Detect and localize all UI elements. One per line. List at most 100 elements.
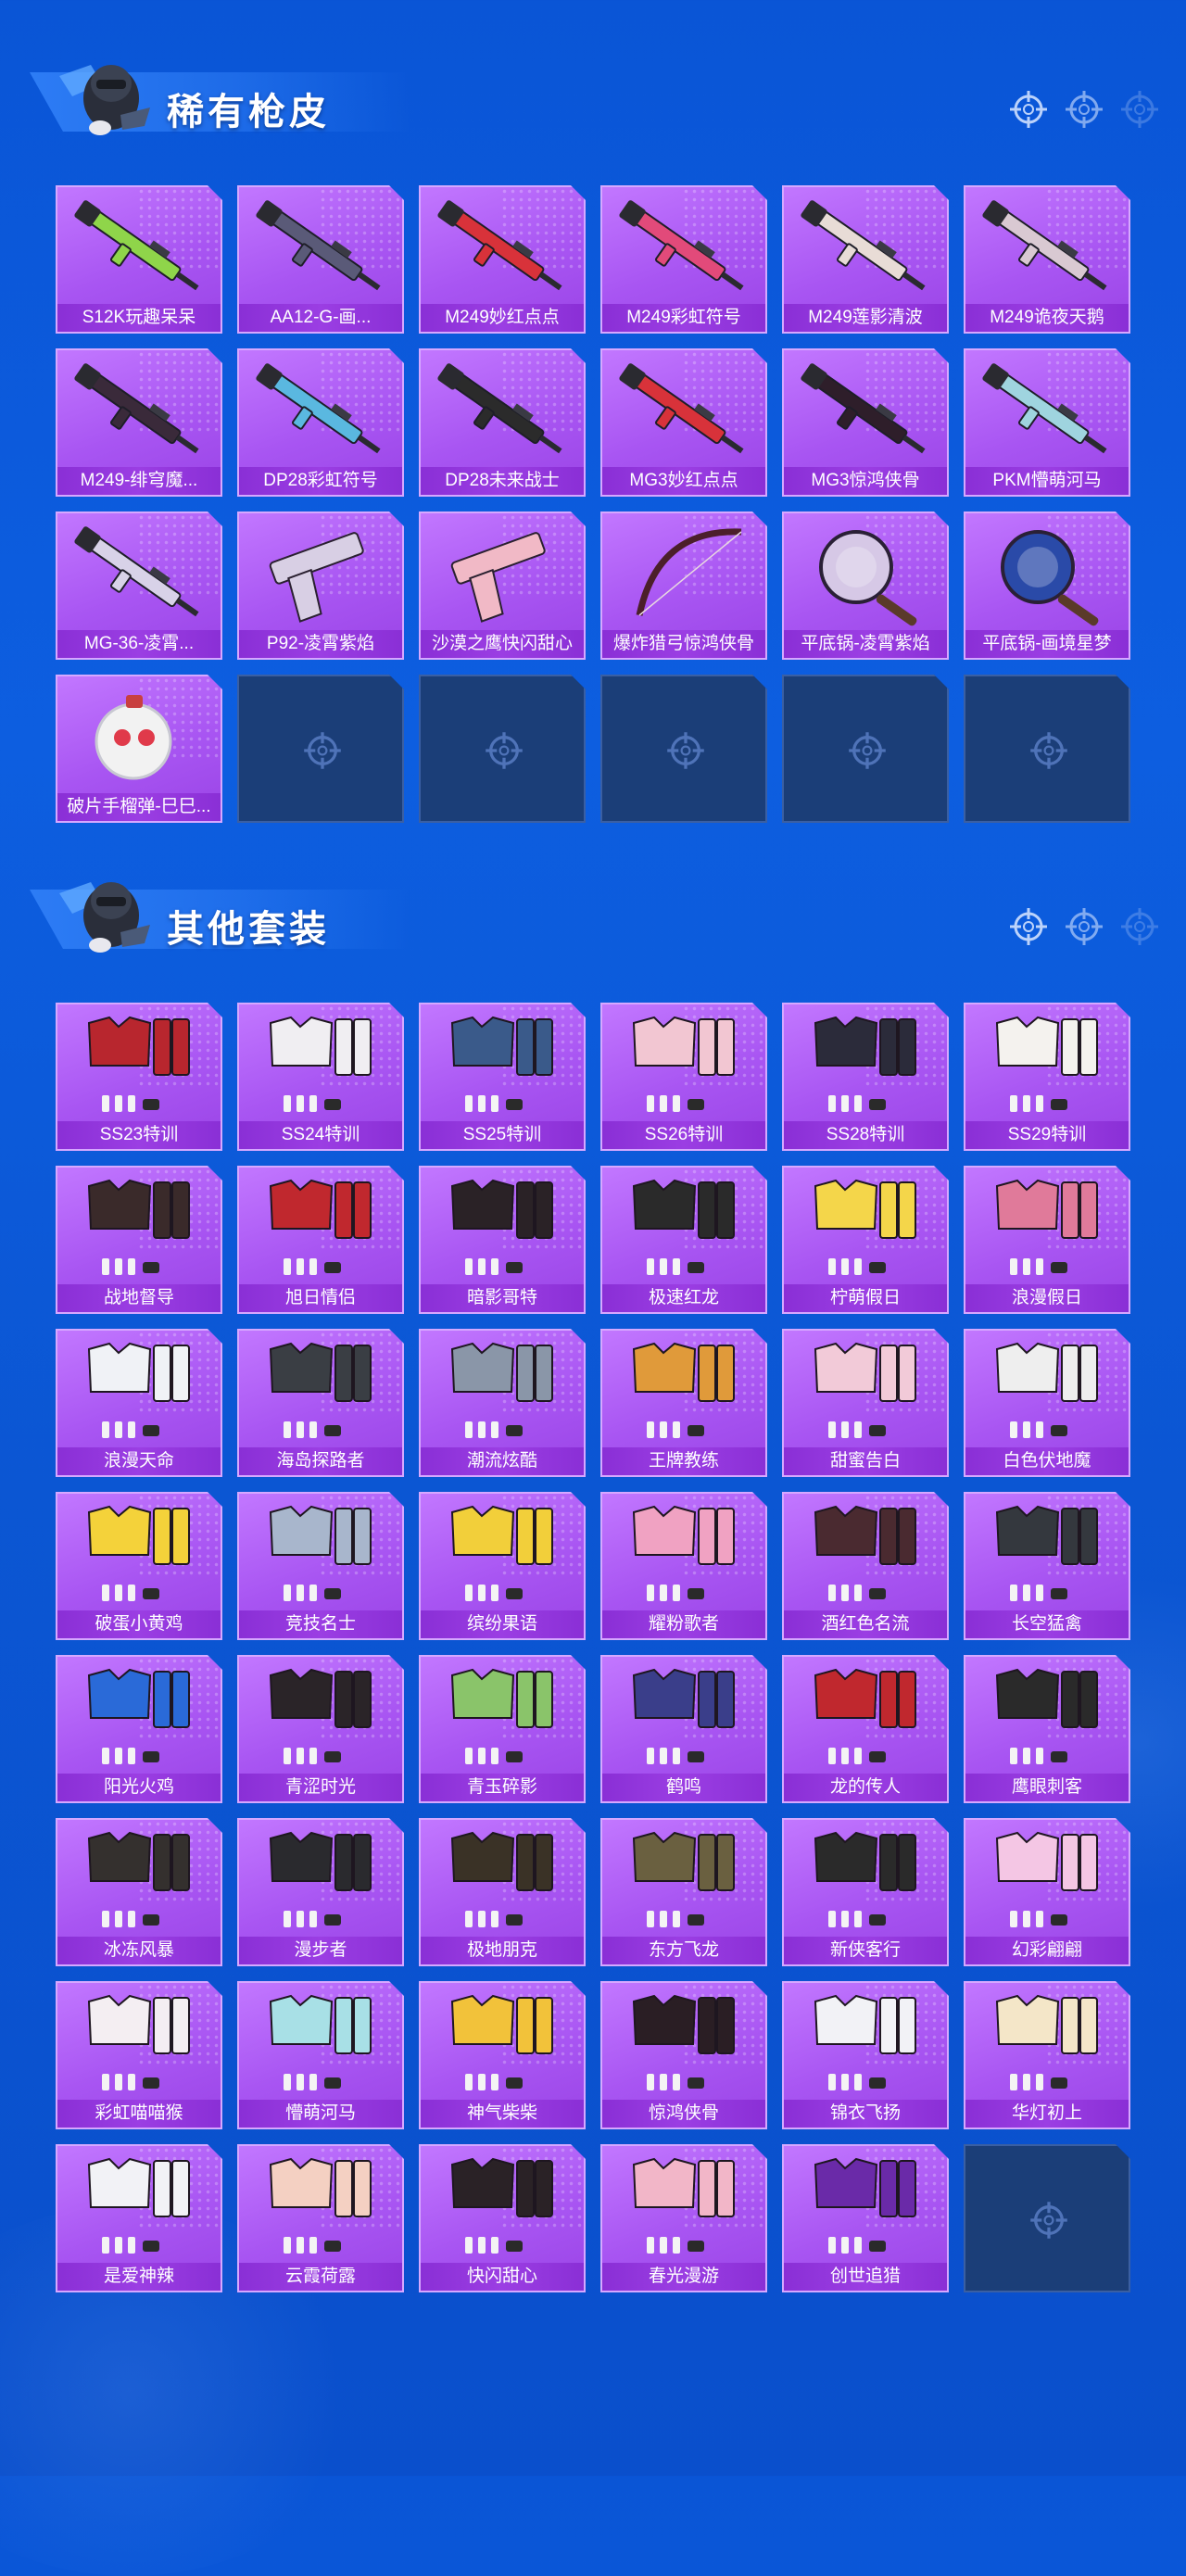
item-card[interactable]: 战地督导 xyxy=(56,1166,222,1314)
item-label: MG3惊鸿侠骨 xyxy=(784,467,947,495)
item-card[interactable]: 锦衣飞扬 xyxy=(782,1981,949,2129)
item-label: 华灯初上 xyxy=(965,2100,1129,2128)
item-label: 沙漠之鹰快闪甜心 xyxy=(421,630,584,658)
outfit-icon xyxy=(57,1010,221,1119)
item-card[interactable]: 鹰眼刺客 xyxy=(964,1655,1130,1803)
item-card[interactable]: 酒红色名流 xyxy=(782,1492,949,1640)
item-card[interactable]: SS29特训 xyxy=(964,1003,1130,1151)
item-card[interactable]: 创世追猎 xyxy=(782,2144,949,2292)
item-card[interactable]: 是爱神辣 xyxy=(56,2144,222,2292)
item-card[interactable]: DP28未来战士 xyxy=(419,348,586,497)
item-card[interactable]: 懵萌河马 xyxy=(237,1981,404,2129)
item-card[interactable]: M249-绯穹魔... xyxy=(56,348,222,497)
item-card[interactable]: M249诡夜天鹅 xyxy=(964,185,1130,334)
item-card[interactable]: 龙的传人 xyxy=(782,1655,949,1803)
outfit-icon xyxy=(239,2152,402,2261)
item-card[interactable]: 彩虹喵喵猴 xyxy=(56,1981,222,2129)
item-card[interactable]: SS24特训 xyxy=(237,1003,404,1151)
item-card[interactable]: 春光漫游 xyxy=(600,2144,767,2292)
item-card[interactable]: MG3惊鸿侠骨 xyxy=(782,348,949,497)
item-grid: SS23特训 SS24特训 SS25特训 SS26特训 SS28特训 SS29特训战地督导… xyxy=(56,1003,1130,2292)
bow-skin-icon xyxy=(602,519,765,628)
machine-gun-skin-icon xyxy=(239,356,402,465)
item-card[interactable]: 阳光火鸡 xyxy=(56,1655,222,1803)
item-card[interactable]: 潮流炫酷 xyxy=(419,1329,586,1477)
item-card[interactable]: 白色伏地魔 xyxy=(964,1329,1130,1477)
item-card[interactable]: M249彩虹符号 xyxy=(600,185,767,334)
item-card[interactable]: 耀粉歌者 xyxy=(600,1492,767,1640)
item-card[interactable]: 爆炸猎弓惊鸿侠骨 xyxy=(600,511,767,660)
item-label: 极地朋克 xyxy=(421,1937,584,1964)
item-card[interactable]: 冰冻风暴 xyxy=(56,1818,222,1966)
item-card[interactable]: 青玉碎影 xyxy=(419,1655,586,1803)
item-card[interactable]: 浪漫假日 xyxy=(964,1166,1130,1314)
item-card[interactable]: 云霞荷露 xyxy=(237,2144,404,2292)
item-label: 漫步者 xyxy=(239,1937,402,1964)
item-card[interactable]: M249妙红点点 xyxy=(419,185,586,334)
outfit-icon xyxy=(421,1336,584,1446)
item-card[interactable]: SS25特训 xyxy=(419,1003,586,1151)
item-card[interactable]: M249莲影清波 xyxy=(782,185,949,334)
item-label: M249-绯穹魔... xyxy=(57,467,221,495)
item-card[interactable]: MG3妙红点点 xyxy=(600,348,767,497)
crosshair-icon xyxy=(1028,2200,1069,2241)
item-card[interactable]: SS23特训 xyxy=(56,1003,222,1151)
item-card[interactable]: 甜蜜告白 xyxy=(782,1329,949,1477)
item-card[interactable]: P92-凌霄紫焰 xyxy=(237,511,404,660)
item-card[interactable]: 青涩时光 xyxy=(237,1655,404,1803)
item-card[interactable]: 华灯初上 xyxy=(964,1981,1130,2129)
pistol-skin-icon xyxy=(421,519,584,628)
item-card[interactable]: 海岛探路者 xyxy=(237,1329,404,1477)
item-card[interactable]: SS28特训 xyxy=(782,1003,949,1151)
machine-gun-skin-icon xyxy=(784,193,947,302)
item-card[interactable]: 王牌教练 xyxy=(600,1329,767,1477)
item-card[interactable]: 竞技名士 xyxy=(237,1492,404,1640)
item-card[interactable]: 幻彩翩翩 xyxy=(964,1818,1130,1966)
item-card[interactable]: MG-36-凌霄... xyxy=(56,511,222,660)
machine-gun-skin-icon xyxy=(965,356,1129,465)
item-card[interactable]: 平底锅-凌霄紫焰 xyxy=(782,511,949,660)
item-card[interactable]: 极地朋克 xyxy=(419,1818,586,1966)
item-card[interactable]: 平底锅-画境星梦 xyxy=(964,511,1130,660)
item-card[interactable]: 新侠客行 xyxy=(782,1818,949,1966)
item-card[interactable]: AA12-G-画... xyxy=(237,185,404,334)
item-card[interactable]: 暗影哥特 xyxy=(419,1166,586,1314)
item-card[interactable]: 旭日情侣 xyxy=(237,1166,404,1314)
crosshair-decoration xyxy=(1010,91,1158,128)
item-card[interactable]: 柠萌假日 xyxy=(782,1166,949,1314)
item-card[interactable]: 破片手榴弹-巳巳... xyxy=(56,675,222,823)
outfit-icon xyxy=(602,1825,765,1935)
item-card[interactable]: 缤纷果语 xyxy=(419,1492,586,1640)
item-card[interactable]: DP28彩虹符号 xyxy=(237,348,404,497)
item-card[interactable]: 极速红龙 xyxy=(600,1166,767,1314)
item-label: M249莲影清波 xyxy=(784,304,947,332)
item-card[interactable]: S12K玩趣呆呆 xyxy=(56,185,222,334)
outfit-icon xyxy=(784,1662,947,1772)
item-grid: S12K玩趣呆呆 AA12-G-画... M249妙红点点 M249彩虹符号 M249莲… xyxy=(56,185,1130,823)
empty-slot xyxy=(419,675,586,823)
item-card[interactable]: 破蛋小黄鸡 xyxy=(56,1492,222,1640)
item-card[interactable]: 东方飞龙 xyxy=(600,1818,767,1966)
shotgun-skin-icon xyxy=(239,193,402,302)
item-label: MG-36-凌霄... xyxy=(57,630,221,658)
outfit-icon xyxy=(239,1173,402,1282)
item-card[interactable]: PKM懵萌河马 xyxy=(964,348,1130,497)
item-label: M249彩虹符号 xyxy=(602,304,765,332)
item-card[interactable]: 快闪甜心 xyxy=(419,2144,586,2292)
item-card[interactable]: 神气柴柴 xyxy=(419,1981,586,2129)
soldier-emblem-icon xyxy=(59,65,150,135)
outfit-icon xyxy=(965,1989,1129,2098)
item-card[interactable]: 浪漫天命 xyxy=(56,1329,222,1477)
item-card[interactable]: 惊鸿侠骨 xyxy=(600,1981,767,2129)
item-card[interactable]: 长空猛禽 xyxy=(964,1492,1130,1640)
item-card[interactable]: SS26特训 xyxy=(600,1003,767,1151)
outfit-icon xyxy=(421,1010,584,1119)
pan-skin-icon xyxy=(965,519,1129,628)
pan-skin-icon xyxy=(784,519,947,628)
item-label: 暗影哥特 xyxy=(421,1284,584,1312)
item-card[interactable]: 漫步者 xyxy=(237,1818,404,1966)
item-card[interactable]: 沙漠之鹰快闪甜心 xyxy=(419,511,586,660)
outfit-icon xyxy=(784,1010,947,1119)
outfit-icon xyxy=(602,1662,765,1772)
item-card[interactable]: 鹤鸣 xyxy=(600,1655,767,1803)
